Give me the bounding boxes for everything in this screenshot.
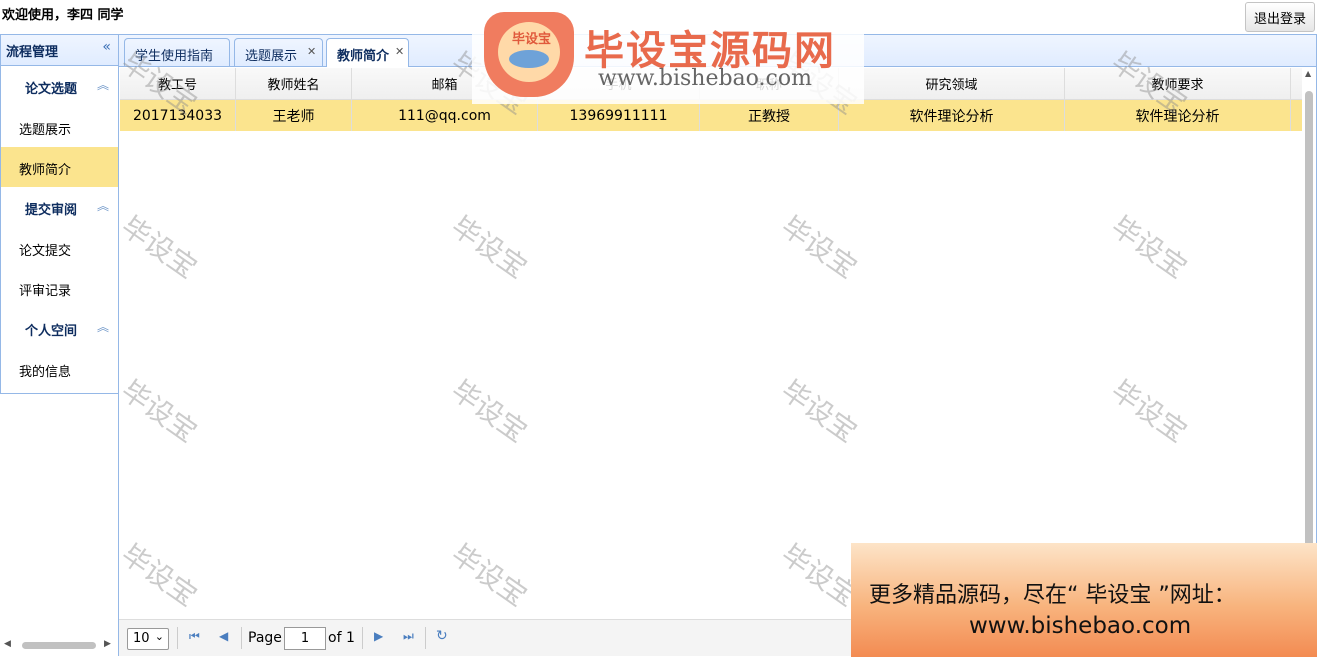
logo-mascot-icon: 毕设宝 xyxy=(484,12,574,97)
tab-label: 教师简介 xyxy=(337,49,390,64)
sidebar-item-label: 评审记录 xyxy=(19,284,72,299)
page-size-value: 10 xyxy=(133,631,150,646)
sidebar-item-my-info[interactable]: 我的信息 xyxy=(1,349,119,389)
scroll-up-icon[interactable]: ▲ xyxy=(1305,69,1311,78)
sidebar-item-topic-display[interactable]: 选题展示 xyxy=(1,107,119,147)
sidebar-item-label: 教师简介 xyxy=(19,163,72,178)
page-label: Page xyxy=(248,630,282,646)
column-header[interactable]: 教工号 xyxy=(120,68,236,99)
promo-banner: 更多精品源码，尽在“ 毕设宝 ”网址： www.bishebao.com xyxy=(851,543,1317,657)
chevron-up-icon[interactable]: ︽ xyxy=(97,76,109,93)
accordion-title: 个人空间 xyxy=(25,324,78,339)
site-logo: 毕设宝 毕设宝源码网 www.bishebao.com xyxy=(472,0,864,104)
tab-topic-display[interactable]: 选题展示 ✕ xyxy=(234,38,323,66)
refresh-icon[interactable]: ↻ xyxy=(436,628,448,644)
scroll-right-icon[interactable]: ▶ xyxy=(104,639,111,649)
scroll-left-icon[interactable]: ◀ xyxy=(4,639,11,649)
divider xyxy=(177,627,178,649)
accordion-header-personal-space[interactable]: 个人空间 ︽ xyxy=(1,308,119,349)
sidebar-item-label: 论文提交 xyxy=(19,244,72,259)
accordion-header-thesis-topic[interactable]: 论文选题 ︽ xyxy=(1,66,119,107)
sidebar-title: 流程管理 xyxy=(6,45,59,60)
promo-line-1: 更多精品源码，尽在“ 毕设宝 ”网址： xyxy=(869,583,1236,608)
cell-title: 正教授 xyxy=(700,100,839,131)
page-size-select[interactable]: 10 ⌄ xyxy=(127,628,169,650)
chevron-up-icon[interactable]: ︽ xyxy=(97,197,109,214)
cell-staff-id: 2017134033 xyxy=(120,100,236,131)
sidebar-item-thesis-submit[interactable]: 论文提交 xyxy=(1,228,119,268)
next-page-icon[interactable]: ▶ xyxy=(374,629,383,643)
cell-email: 111@qq.com xyxy=(352,100,538,131)
column-header[interactable]: 教师要求 xyxy=(1065,68,1291,99)
tab-student-guide[interactable]: 学生使用指南 xyxy=(124,38,230,66)
sidebar-item-review-records[interactable]: 评审记录 xyxy=(1,268,119,308)
page-number-input[interactable]: 1 xyxy=(284,627,326,650)
scrollbar-thumb[interactable] xyxy=(1305,91,1313,591)
cell-research-field: 软件理论分析 xyxy=(839,100,1065,131)
table-vertical-scrollbar[interactable]: ▲ xyxy=(1303,69,1315,617)
sidebar-panel: 流程管理 « 论文选题 ︽ 选题展示 教师简介 提交审阅 ︽ 论文提交 评审记录… xyxy=(0,34,120,394)
cell-teacher-requirement: 软件理论分析 xyxy=(1065,100,1291,131)
column-header[interactable]: 教师姓名 xyxy=(236,68,352,99)
accordion-title: 提交审阅 xyxy=(25,203,78,218)
column-header[interactable]: 研究领域 xyxy=(839,68,1065,99)
sidebar-item-label: 我的信息 xyxy=(19,365,72,380)
sidebar-item-teacher-intro[interactable]: 教师简介 xyxy=(1,147,119,187)
logo-badge-text: 毕设宝 xyxy=(512,32,552,47)
last-page-icon[interactable]: ⏭ xyxy=(403,629,414,644)
chevron-up-icon[interactable]: ︽ xyxy=(97,318,109,335)
prev-page-icon[interactable]: ◀ xyxy=(219,629,228,643)
divider xyxy=(362,627,363,649)
welcome-text: 欢迎使用，李四 同学 xyxy=(2,8,124,23)
logout-button[interactable]: 退出登录 xyxy=(1245,2,1315,32)
sidebar-horizontal-scrollbar[interactable]: ◀ ▶ xyxy=(4,639,112,651)
first-page-icon[interactable]: ⏮ xyxy=(189,629,200,644)
tab-label: 学生使用指南 xyxy=(135,49,214,64)
tab-label: 选题展示 xyxy=(245,49,298,64)
scrollbar-thumb[interactable] xyxy=(22,642,96,649)
close-icon[interactable]: ✕ xyxy=(395,45,404,58)
sidebar-item-label: 选题展示 xyxy=(19,123,72,138)
cell-teacher-name: 王老师 xyxy=(236,100,352,131)
page-of-label: of 1 xyxy=(328,630,355,646)
logo-url: www.bishebao.com xyxy=(598,66,812,91)
collapse-left-icon[interactable]: « xyxy=(102,39,111,55)
divider xyxy=(241,627,242,649)
promo-line-2: www.bishebao.com xyxy=(969,613,1192,639)
table-row[interactable]: 2017134033 王老师 111@qq.com 13969911111 正教… xyxy=(120,100,1302,131)
close-icon[interactable]: ✕ xyxy=(307,45,316,58)
chevron-down-icon: ⌄ xyxy=(154,630,164,643)
accordion-header-submit-review[interactable]: 提交审阅 ︽ xyxy=(1,187,119,228)
cell-phone: 13969911111 xyxy=(538,100,700,131)
logo-mascot-goggles xyxy=(509,50,549,68)
tab-teacher-intro[interactable]: 教师简介 ✕ xyxy=(326,38,409,67)
accordion-title: 论文选题 xyxy=(25,82,78,97)
sidebar-header: 流程管理 « xyxy=(1,35,119,66)
divider xyxy=(425,627,426,649)
